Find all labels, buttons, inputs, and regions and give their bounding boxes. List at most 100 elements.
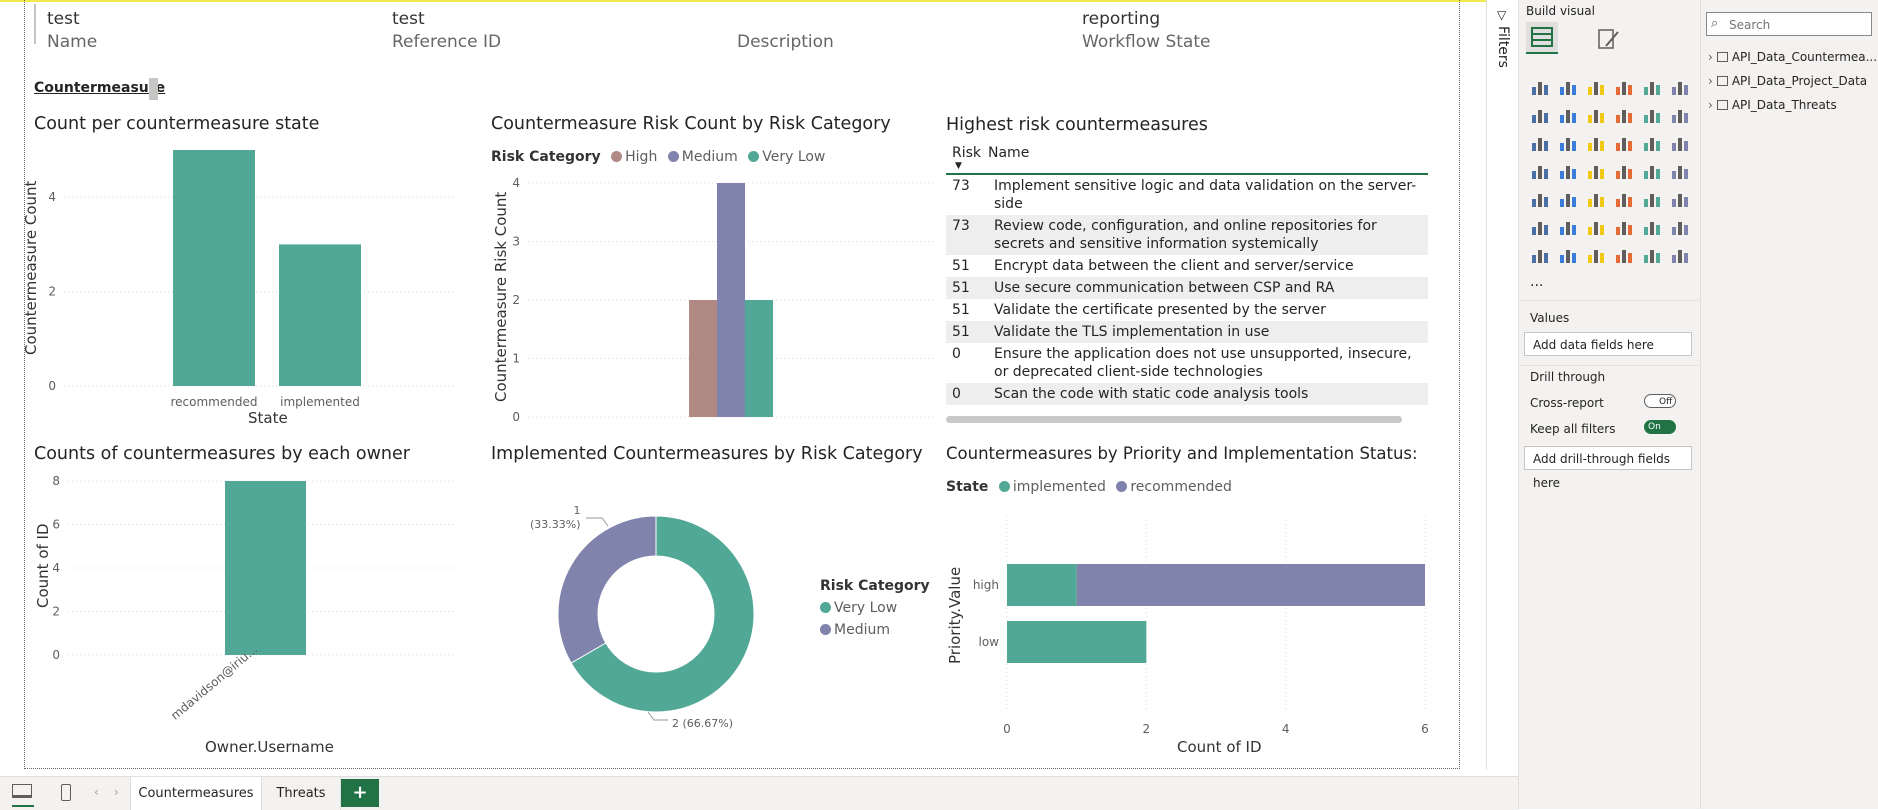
- legend-item-medium[interactable]: Medium: [667, 149, 738, 165]
- multi-card-visual-icon[interactable]: [1530, 189, 1550, 209]
- filters-label[interactable]: Filters: [1495, 26, 1511, 68]
- legend-item-high[interactable]: High: [611, 149, 657, 165]
- y-tick-label: 2: [512, 293, 520, 307]
- filter-funnel-icon[interactable]: ▽: [1497, 8, 1506, 22]
- data-table-item[interactable]: › API_Data_Threats: [1708, 98, 1837, 112]
- paginated-visual-icon[interactable]: [1530, 245, 1550, 265]
- table-row[interactable]: 0 Ensure the application does not use uns…: [946, 343, 1428, 383]
- waterfall-visual-icon[interactable]: [1642, 105, 1662, 125]
- azure-map-visual-icon[interactable]: [1614, 161, 1634, 181]
- legend-dot-icon: [820, 624, 831, 635]
- stacked-column-visual-icon[interactable]: [1558, 77, 1578, 97]
- risk-category-chart[interactable]: 0 1 2 3 4: [480, 170, 940, 430]
- donut-visual-icon[interactable]: [1642, 133, 1662, 153]
- tab-threats[interactable]: Threats: [262, 777, 341, 810]
- table-row[interactable]: 51 Use secure communication between CSP a…: [946, 277, 1428, 299]
- risk-category-chart-ylabel: Countermeasure Risk Count: [492, 191, 510, 402]
- name-cell: Scan the code with static code analysis …: [994, 386, 1309, 402]
- ribbon-visual-icon[interactable]: [1614, 105, 1634, 125]
- y-tick-label: 2: [48, 285, 56, 299]
- numeric-visual-icon[interactable]: [1558, 245, 1578, 265]
- build-visual-title: Build visual: [1526, 4, 1595, 18]
- power-apps-visual-icon[interactable]: [1586, 245, 1606, 265]
- table-visual-icon[interactable]: [1614, 189, 1634, 209]
- tab-countermeasures[interactable]: Countermeasures: [130, 777, 262, 810]
- format-visual-tab[interactable]: [1596, 26, 1622, 56]
- drill-through-well[interactable]: Add drill-through fields here: [1524, 446, 1692, 490]
- keep-all-filters-toggle[interactable]: On: [1644, 420, 1676, 434]
- slicer-visual-icon[interactable]: [1586, 189, 1606, 209]
- line-clustered-visual-icon[interactable]: [1530, 133, 1550, 153]
- priority-chart[interactable]: 0 2 4 6 high low: [940, 500, 1440, 740]
- stacked-bar-visual-icon[interactable]: [1530, 77, 1550, 97]
- data-table-item[interactable]: › API_Data_Project_Data: [1708, 74, 1867, 88]
- scatter-visual-icon[interactable]: [1586, 133, 1606, 153]
- qa-visual-icon[interactable]: [1614, 217, 1634, 237]
- table-row[interactable]: 0 Scan the code with static code analysis…: [946, 383, 1428, 405]
- chevron-right-icon[interactable]: ›: [1708, 74, 1713, 88]
- stacked-area-visual-icon[interactable]: [1586, 105, 1606, 125]
- 100-bar-visual-icon[interactable]: [1642, 77, 1662, 97]
- funnel-visual-icon[interactable]: [1558, 133, 1578, 153]
- risk-category-legend: Risk Category High Medium Very Low: [491, 149, 825, 165]
- area-visual-icon[interactable]: [1558, 105, 1578, 125]
- clustered-column-visual-icon[interactable]: [1614, 77, 1634, 97]
- narrative-visual-icon[interactable]: [1642, 217, 1662, 237]
- state-chart[interactable]: 0 2 4 recommended implemented: [24, 140, 464, 430]
- desktop-view-icon[interactable]: [12, 784, 32, 798]
- add-page-button[interactable]: +: [341, 779, 379, 807]
- name-column-header[interactable]: Name: [988, 145, 1029, 161]
- sort-descending-icon[interactable]: ▼: [955, 161, 962, 171]
- table-row[interactable]: 51 Validate the TLS implementation in use: [946, 321, 1428, 343]
- 100-column-visual-icon[interactable]: [1670, 77, 1690, 97]
- table-row[interactable]: 73 Implement sensitive logic and data val…: [946, 175, 1428, 215]
- mobile-view-icon[interactable]: [61, 784, 71, 801]
- values-well[interactable]: Add data fields here: [1524, 332, 1692, 356]
- line-visual-icon[interactable]: [1530, 105, 1550, 125]
- data-table-item[interactable]: › API_Data_Countermea...: [1708, 50, 1877, 64]
- chevron-right-icon[interactable]: ›: [1708, 98, 1713, 112]
- next-page-icon[interactable]: ›: [114, 785, 119, 799]
- donut-legend-item-very-low[interactable]: Very Low: [820, 600, 930, 616]
- map-visual-icon[interactable]: [1530, 161, 1550, 181]
- countermeasure-page-button[interactable]: Countermeasure: [34, 80, 165, 96]
- key-influencers-visual-icon[interactable]: [1558, 217, 1578, 237]
- chevron-visual-icon[interactable]: [1670, 245, 1690, 265]
- table-horizontal-scrollbar[interactable]: [946, 416, 1402, 423]
- power-automate-visual-icon[interactable]: [1614, 245, 1634, 265]
- matrix-glyph-icon: [1644, 194, 1660, 207]
- diamond-visual-icon[interactable]: [1642, 245, 1662, 265]
- gauge-visual-icon[interactable]: [1642, 161, 1662, 181]
- previous-page-icon[interactable]: ‹: [94, 785, 99, 799]
- decomposition-visual-icon[interactable]: [1586, 217, 1606, 237]
- legend-label: recommended: [1130, 479, 1232, 495]
- data-search-input[interactable]: [1727, 15, 1869, 35]
- pie-visual-icon[interactable]: [1614, 133, 1634, 153]
- donut-legend-item-medium[interactable]: Medium: [820, 622, 930, 638]
- more-visuals-icon[interactable]: ...: [1530, 274, 1543, 290]
- trophy-visual-icon[interactable]: [1670, 217, 1690, 237]
- table-row[interactable]: 51 Validate the certificate presented by …: [946, 299, 1428, 321]
- cross-report-toggle[interactable]: Off: [1644, 394, 1676, 408]
- table-row[interactable]: 73 Review code, configuration, and online…: [946, 215, 1428, 255]
- r-script-visual-icon[interactable]: [1670, 189, 1690, 209]
- owner-chart[interactable]: 0 2 4 6 8: [24, 470, 464, 750]
- build-visual-tab[interactable]: [1526, 22, 1558, 54]
- filled-map-visual-icon[interactable]: [1558, 161, 1578, 181]
- legend-item-very-low[interactable]: Very Low: [748, 149, 825, 165]
- legend-item-recommended[interactable]: recommended: [1116, 479, 1232, 495]
- risk-column-header[interactable]: Risk: [952, 145, 981, 161]
- legend-item-implemented[interactable]: implemented: [998, 479, 1106, 495]
- shape-map-visual-icon[interactable]: [1586, 161, 1606, 181]
- table-row[interactable]: 51 Encrypt data between the client and se…: [946, 255, 1428, 277]
- data-search-box[interactable]: ⌕: [1706, 12, 1872, 36]
- line-column-visual-icon[interactable]: [1670, 105, 1690, 125]
- kpi-visual-icon[interactable]: [1558, 189, 1578, 209]
- matrix-visual-icon[interactable]: [1642, 189, 1662, 209]
- filters-pane-collapsed[interactable]: ▽ Filters: [1486, 0, 1519, 770]
- card-visual-icon[interactable]: [1670, 161, 1690, 181]
- chevron-right-icon[interactable]: ›: [1708, 50, 1713, 64]
- python-visual-icon[interactable]: [1530, 217, 1550, 237]
- treemap-visual-icon[interactable]: [1670, 133, 1690, 153]
- clustered-bar-visual-icon[interactable]: [1586, 77, 1606, 97]
